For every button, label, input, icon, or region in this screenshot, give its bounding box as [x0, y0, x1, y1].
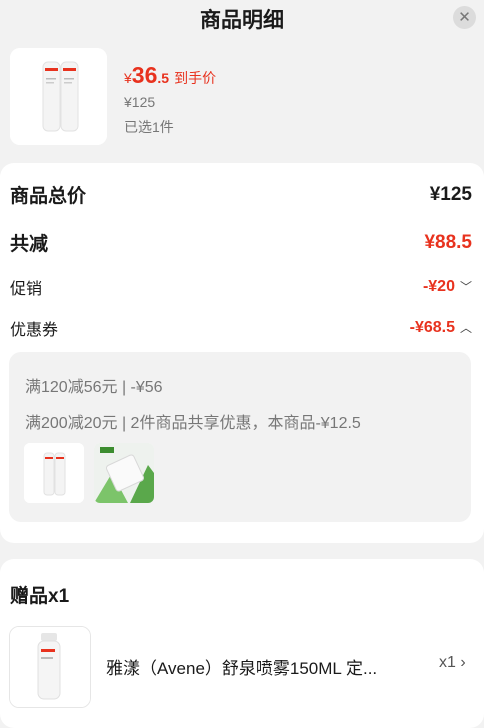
coupon-gift-thumb[interactable] [94, 443, 154, 503]
gift-panel: 赠品x1 雅漾（Avene）舒泉喷雾150ML 定... x1 › [0, 559, 484, 728]
coupon-label: 优惠券 [10, 322, 59, 339]
page-title: 商品明细 [200, 9, 284, 32]
price-integer: 36 [131, 62, 158, 88]
spray-can-image [10, 627, 90, 707]
coupon-row[interactable]: 优惠券 -¥68.5 ︿ [10, 316, 472, 340]
hand-price: ¥36.5 到手价 [124, 62, 216, 89]
spray-bottles-thumb [24, 443, 84, 503]
coupon-product-thumb[interactable] [24, 443, 84, 503]
spray-bottles-image [10, 48, 107, 145]
product-image[interactable] [10, 48, 107, 145]
currency-symbol: ¥ [124, 70, 132, 86]
close-icon: ✕ [458, 9, 471, 26]
gift-title: 赠品x1 [10, 586, 70, 607]
close-button[interactable]: ✕ [453, 6, 476, 29]
promo-value: -¥20 [422, 278, 455, 295]
discount-label: 共减 [10, 234, 49, 255]
gift-image[interactable] [9, 626, 91, 708]
coupon-line-1: 满120减56元 | -¥56 [25, 379, 163, 396]
total-value: ¥125 [429, 183, 472, 205]
total-row: 商品总价 ¥125 [10, 181, 472, 208]
discount-value: ¥88.5 [424, 231, 472, 253]
promo-row[interactable]: 促销 -¥20 ﹀ [10, 275, 472, 299]
promo-value-wrap[interactable]: -¥20 ﹀ [423, 278, 472, 296]
price-decimal: .5 [157, 70, 170, 86]
gift-box-thumb [94, 443, 154, 503]
chevron-right-icon: › [460, 654, 466, 671]
header: 商品明细 ✕ [0, 0, 484, 40]
chevron-up-icon: ︿ [459, 321, 472, 335]
total-label: 商品总价 [10, 186, 87, 207]
coupon-details: 满120减56元 | -¥56 满200减20元 | 2件商品共享优惠，本商品-… [9, 352, 471, 522]
price-breakdown-panel: 商品总价 ¥125 共减 ¥88.5 促销 -¥20 ﹀ 优惠券 -¥68.5 ︿ … [0, 163, 484, 543]
price-tag: 到手价 [174, 70, 217, 86]
promo-label: 促销 [10, 281, 43, 298]
selected-count: 已选1件 [124, 119, 174, 135]
coupon-line-2: 满200减20元 | 2件商品共享优惠，本商品-¥12.5 [25, 415, 361, 432]
gift-quantity[interactable]: x1 › [439, 654, 466, 672]
coupon-value-wrap[interactable]: -¥68.5 ︿ [410, 319, 472, 337]
chevron-down-icon: ﹀ [459, 280, 472, 294]
original-price: ¥125 [124, 94, 156, 110]
gift-name[interactable]: 雅漾（Avene）舒泉喷雾150ML 定... [106, 654, 377, 679]
discount-row: 共减 ¥88.5 [10, 229, 472, 256]
coupon-value: -¥68.5 [409, 319, 455, 336]
gift-qty-text: x1 [439, 654, 456, 671]
